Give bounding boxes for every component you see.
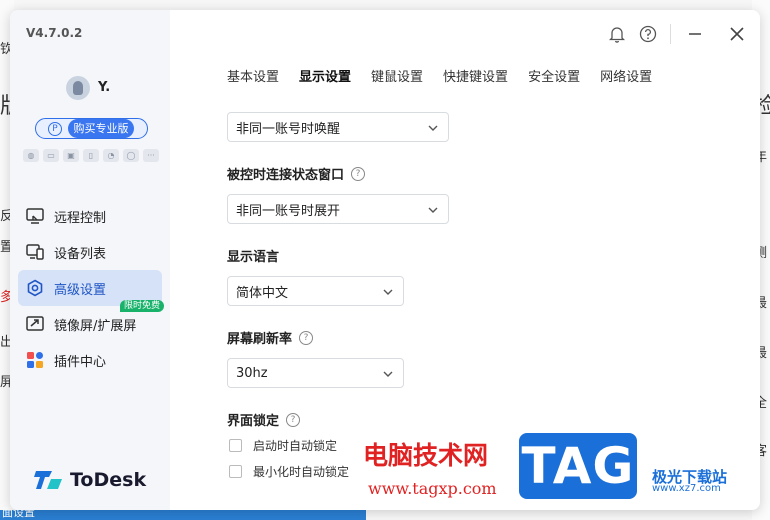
label-text: 界面锁定 [227, 414, 280, 429]
question-icon[interactable]: ? [299, 330, 314, 345]
sidebar-item-label: 高级设置 [54, 282, 107, 298]
watermark-tag: TAG [519, 433, 637, 499]
wake-mode-select[interactable]: 非同一账号时唤醒 [227, 112, 449, 142]
tab-security[interactable]: 安全设置 [528, 66, 580, 85]
device-list-icon [26, 243, 44, 261]
watermark-logo: 极光下载站 www.xz7.com [652, 466, 758, 494]
username[interactable]: Y. [98, 80, 110, 95]
checkbox[interactable] [229, 465, 242, 478]
avatar[interactable] [66, 76, 90, 100]
checkbox-label: 最小化时自动锁定 [253, 465, 350, 479]
question-icon[interactable]: ? [286, 412, 301, 427]
refresh-rate-label: 屏幕刷新率 ? [227, 328, 314, 347]
android-icon[interactable]: ◔ [103, 149, 119, 162]
bell-icon[interactable] [607, 24, 627, 44]
lock-on-minimize-checkbox[interactable]: 最小化时自动锁定 [229, 463, 349, 480]
sidebar-item-plugin-center[interactable]: 插件中心 [18, 342, 162, 378]
chevron-down-icon [383, 371, 393, 377]
sidebar-item-label: 远程控制 [54, 210, 107, 226]
buy-pro-label: 购买专业版 [68, 119, 134, 138]
plugin-center-icon [26, 351, 44, 369]
lock-on-startup-checkbox[interactable]: 启动时自动锁定 [229, 437, 337, 454]
close-icon[interactable] [726, 24, 748, 44]
sidebar-item-remote-control[interactable]: 远程控制 [18, 198, 162, 234]
advanced-settings-icon [26, 279, 44, 297]
version-label: V4.7.0.2 [26, 26, 83, 40]
sidebar-item-label: 插件中心 [54, 354, 107, 370]
watermark-site-name: 电脑技术网 [363, 441, 489, 470]
device-icons-row: ◍ ▭ ▣ ▯ ◔ ◯ ··· [23, 149, 159, 162]
settings-window: V4.7.0.2 Y. P 购买专业版 ◍ ▭ ▣ ▯ ◔ ◯ ··· 远程控制 [10, 10, 760, 510]
mirror-screen-icon [26, 315, 44, 333]
chevron-down-icon [428, 207, 438, 213]
select-value: 30hz [236, 365, 268, 381]
chevron-down-icon [383, 289, 393, 295]
remote-control-icon [26, 207, 44, 225]
tab-shortcuts[interactable]: 快捷键设置 [443, 66, 508, 85]
sidebar-item-label: 镜像屏/扩展屏 [54, 318, 137, 334]
sidebar-item-device-list[interactable]: 设备列表 [18, 234, 162, 270]
select-value: 非同一账号时唤醒 [236, 121, 341, 137]
question-icon[interactable]: ? [351, 166, 366, 181]
minimize-icon[interactable] [684, 24, 706, 44]
toolbar-divider [670, 24, 671, 44]
controlled-window-label: 被控时连接状态窗口 ? [227, 164, 366, 183]
language-select[interactable]: 简体中文 [227, 276, 404, 306]
todesk-logo-icon [34, 471, 62, 489]
checkbox[interactable] [229, 439, 242, 452]
chevron-down-icon [428, 125, 438, 131]
background-taskbar: 面设置 [0, 506, 366, 520]
free-badge: 限时免费 [119, 300, 164, 312]
gamepad-icon[interactable]: ◍ [23, 149, 39, 162]
sidebar-item-mirror-screen[interactable]: 镜像屏/扩展屏 限时免费 [18, 300, 164, 342]
tab-display[interactable]: 显示设置 [299, 66, 351, 85]
label-text: 显示语言 [227, 250, 280, 265]
brand-logo: ToDesk [34, 468, 146, 492]
linux-icon[interactable]: ◯ [123, 149, 139, 162]
buy-pro-button[interactable]: P 购买专业版 [35, 118, 148, 139]
tab-network[interactable]: 网络设置 [600, 66, 652, 85]
help-icon[interactable] [638, 24, 658, 44]
label-text: 被控时连接状态窗口 [227, 168, 345, 183]
window-icon[interactable]: ▣ [63, 149, 79, 162]
more-icon[interactable]: ··· [143, 149, 159, 162]
select-value: 简体中文 [236, 285, 289, 301]
settings-tabs: 基本设置 显示设置 键鼠设置 快捷键设置 安全设置 网络设置 [227, 66, 672, 85]
label-text: 屏幕刷新率 [227, 332, 293, 347]
controlled-window-select[interactable]: 非同一账号时展开 [227, 194, 449, 224]
checkbox-label: 启动时自动锁定 [253, 439, 338, 453]
watermark-logo-url: www.xz7.com [652, 483, 721, 494]
language-label: 显示语言 [227, 246, 279, 265]
monitor-icon[interactable]: ▭ [43, 149, 59, 162]
tab-basic[interactable]: 基本设置 [227, 66, 279, 85]
interface-lock-label: 界面锁定 ? [227, 410, 301, 429]
select-value: 非同一账号时展开 [236, 203, 341, 219]
watermark-site-url: www.tagxp.com [368, 479, 497, 498]
tab-keyboard-mouse[interactable]: 键鼠设置 [371, 66, 423, 85]
pro-icon: P [48, 121, 62, 136]
sidebar-item-label: 设备列表 [54, 246, 107, 262]
sidebar-nav: 远程控制 设备列表 高级设置 镜像屏/扩展屏 限时免费 插件中心 [18, 198, 164, 378]
refresh-rate-select[interactable]: 30hz [227, 358, 404, 388]
phone-icon[interactable]: ▯ [83, 149, 99, 162]
sidebar: V4.7.0.2 Y. P 购买专业版 ◍ ▭ ▣ ▯ ◔ ◯ ··· 远程控制 [10, 10, 170, 510]
brand-name: ToDesk [70, 469, 147, 491]
